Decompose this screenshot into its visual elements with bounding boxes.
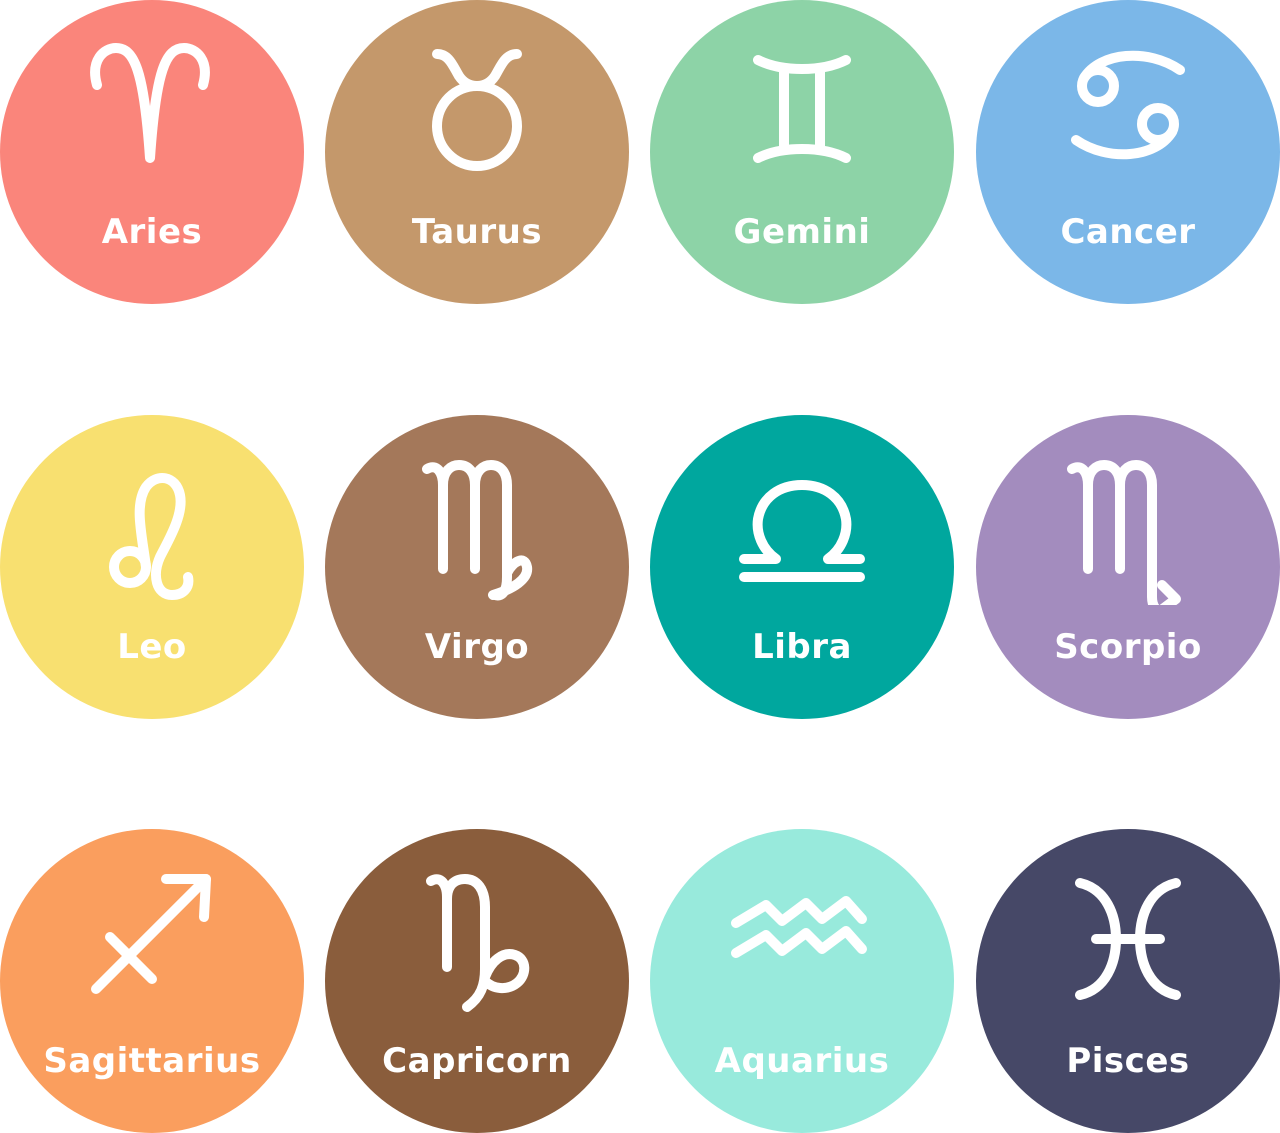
sagittarius-icon	[72, 859, 232, 1019]
sign-label: Capricorn	[382, 1041, 572, 1081]
sign-leo: Leo	[0, 415, 304, 719]
cancer-icon	[1048, 30, 1208, 190]
sign-label: Scorpio	[1054, 627, 1202, 667]
leo-icon	[72, 445, 232, 605]
sign-label: Aquarius	[714, 1041, 890, 1081]
sign-capricorn: Capricorn	[325, 829, 629, 1133]
libra-icon	[722, 445, 882, 605]
sign-label: Pisces	[1066, 1041, 1190, 1081]
aries-icon	[72, 30, 232, 190]
sign-label: Taurus	[411, 212, 543, 252]
capricorn-icon	[397, 859, 557, 1019]
sign-scorpio: Scorpio	[976, 415, 1280, 719]
sign-label: Cancer	[1060, 212, 1196, 252]
scorpio-icon	[1048, 445, 1208, 605]
sign-aries: Aries	[0, 0, 304, 304]
virgo-icon	[397, 445, 557, 605]
sign-gemini: Gemini	[650, 0, 954, 304]
sign-label: Sagittarius	[43, 1041, 261, 1081]
sign-libra: Libra	[650, 415, 954, 719]
taurus-icon	[397, 30, 557, 190]
sign-label: Gemini	[733, 212, 871, 252]
sign-virgo: Virgo	[325, 415, 629, 719]
pisces-icon	[1048, 859, 1208, 1019]
gemini-icon	[722, 30, 882, 190]
sign-label: Aries	[101, 212, 203, 252]
sign-label: Libra	[752, 627, 852, 667]
sign-pisces: Pisces	[976, 829, 1280, 1133]
aquarius-icon	[722, 859, 882, 1019]
sign-sagittarius: Sagittarius	[0, 829, 304, 1133]
sign-label: Virgo	[424, 627, 530, 667]
sign-aquarius: Aquarius	[650, 829, 954, 1133]
sign-label: Leo	[117, 627, 187, 667]
sign-cancer: Cancer	[976, 0, 1280, 304]
sign-taurus: Taurus	[325, 0, 629, 304]
